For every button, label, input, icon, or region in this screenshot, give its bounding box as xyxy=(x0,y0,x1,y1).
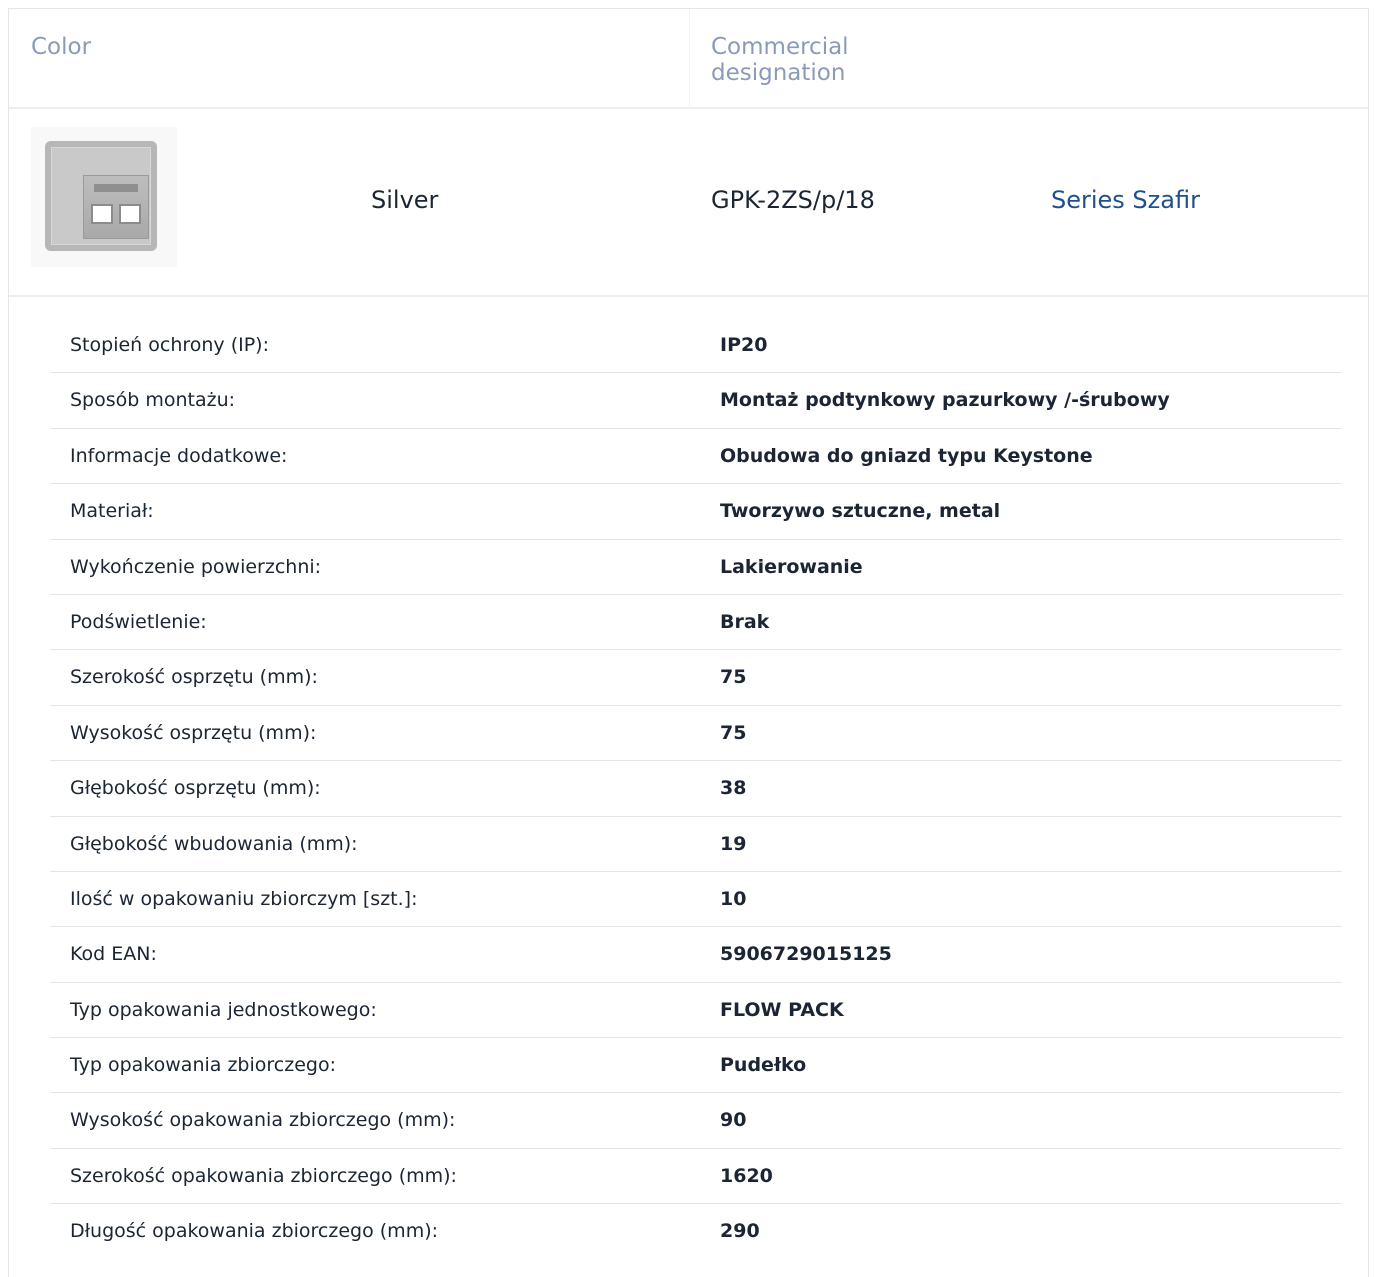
spec-value: Obudowa do gniazd typu Keystone xyxy=(720,444,1093,467)
spec-label: Wysokość opakowania zbiorczego (mm): xyxy=(70,1109,456,1132)
spec-label: Materiał: xyxy=(70,500,154,523)
spec-value: 19 xyxy=(720,832,747,855)
spec-row: Szerokość osprzętu (mm): 75 xyxy=(50,650,1342,706)
spec-label: Stopień ochrony (IP): xyxy=(70,334,269,356)
table-header-row: Color Commercial designation xyxy=(9,9,1368,109)
spec-row: Typ opakowania zbiorczego: Pudełko xyxy=(50,1038,1342,1094)
spec-row: Szerokość opakowania zbiorczego (mm): 162… xyxy=(50,1149,1342,1205)
spec-row: Wysokość opakowania zbiorczego (mm): 90 xyxy=(50,1093,1342,1149)
spec-label: Kod EAN: xyxy=(70,943,157,966)
spec-label: Głębokość wbudowania (mm): xyxy=(70,832,358,855)
spec-value: FLOW PACK xyxy=(720,998,844,1021)
spec-value: 38 xyxy=(720,777,747,800)
spec-value: Brak xyxy=(720,610,770,633)
spec-label: Szerokość osprzętu (mm): xyxy=(70,666,318,689)
spec-label: Informacje dodatkowe: xyxy=(70,444,288,467)
spec-value: Lakierowanie xyxy=(720,555,863,578)
spec-label: Ilość w opakowaniu zbiorczym [szt.]: xyxy=(70,887,418,910)
spec-table: Stopień ochrony (IP): IP20 Sposób montażu:… xyxy=(50,318,1342,1260)
spec-row: Głębokość osprzętu (mm): 38 xyxy=(50,761,1342,817)
spec-row: Podświetlenie: Brak xyxy=(50,595,1342,651)
spec-row: Informacje dodatkowe: Obudowa do gniazd t… xyxy=(50,429,1342,485)
color-column-header: Color xyxy=(31,34,92,60)
spec-row: Typ opakowania jednostkowego: FLOW PACK xyxy=(50,983,1342,1039)
spec-value: Tworzywo sztuczne, metal xyxy=(720,500,1001,523)
spec-row: Ilość w opakowaniu zbiorczym [szt.]: 10 xyxy=(50,872,1342,928)
spec-row: Stopień ochrony (IP): IP20 xyxy=(50,318,1342,374)
spec-row: Wykończenie powierzchni: Lakierowanie xyxy=(50,540,1342,595)
spec-label: Szerokość opakowania zbiorczego (mm): xyxy=(70,1164,457,1187)
spec-value: 90 xyxy=(720,1109,747,1132)
spec-label: Typ opakowania jednostkowego: xyxy=(70,998,377,1021)
spec-row: Kod EAN: 5906729015125 xyxy=(50,927,1342,983)
spec-value: 75 xyxy=(720,666,747,689)
spec-row: Długość opakowania zbiorczego (mm): 290 xyxy=(50,1204,1342,1259)
spec-value: 75 xyxy=(720,721,747,744)
spec-value: 1620 xyxy=(720,1164,773,1187)
header-divider xyxy=(689,9,690,109)
spec-label: Wysokość osprzętu (mm): xyxy=(70,721,317,744)
spec-label: Podświetlenie: xyxy=(70,610,207,633)
product-row: Silver GPK-2ZS/p/18 Series Szafir xyxy=(9,109,1368,297)
socket-keystone-icon xyxy=(31,127,177,267)
spec-value: Pudełko xyxy=(720,1054,807,1077)
spec-label: Typ opakowania zbiorczego: xyxy=(70,1054,336,1077)
spec-row: Głębokość wbudowania (mm): 19 xyxy=(50,817,1342,872)
spec-row: Materiał: Tworzywo sztuczne, metal xyxy=(50,484,1342,540)
spec-label: Wykończenie powierzchni: xyxy=(70,555,322,578)
spec-row: Wysokość osprzętu (mm): 75 xyxy=(50,706,1342,762)
product-color: Silver xyxy=(371,186,439,214)
product-code: GPK-2ZS/p/18 xyxy=(711,186,875,214)
spec-value: IP20 xyxy=(720,334,768,356)
spec-label: Sposób montażu: xyxy=(70,389,236,412)
spec-value: 290 xyxy=(720,1220,760,1243)
commercial-designation-column-header: Commercial designation xyxy=(711,34,849,86)
series-link[interactable]: Series Szafir xyxy=(1051,185,1200,215)
spec-label: Długość opakowania zbiorczego (mm): xyxy=(70,1220,439,1243)
spec-value: Montaż podtynkowy pazurkowy /-śrubowy xyxy=(720,389,1170,412)
spec-value: 5906729015125 xyxy=(720,943,892,966)
spec-row: Sposób montażu: Montaż podtynkowy pazurko… xyxy=(50,373,1342,429)
spec-value: 10 xyxy=(720,887,747,910)
spec-label: Głębokość osprzętu (mm): xyxy=(70,777,321,800)
